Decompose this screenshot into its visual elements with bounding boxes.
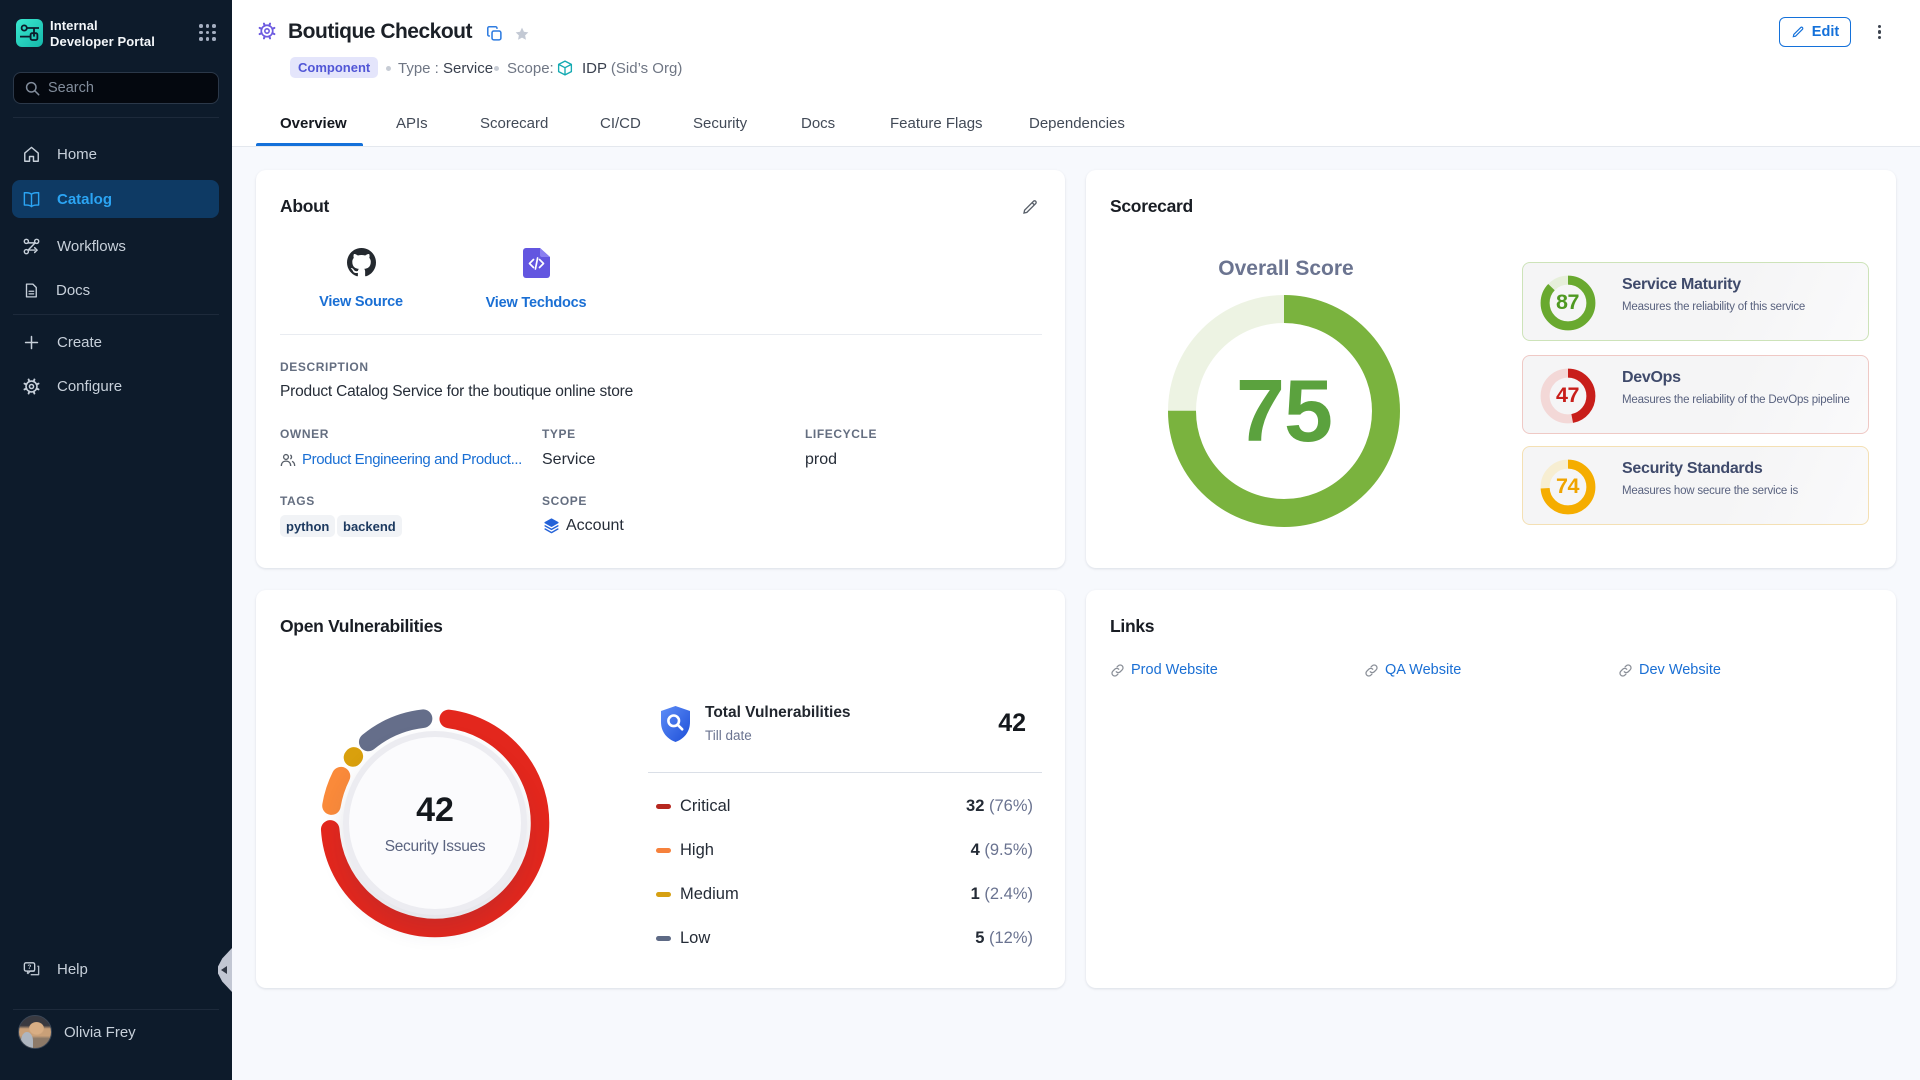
svg-text:?: ? xyxy=(28,964,32,971)
